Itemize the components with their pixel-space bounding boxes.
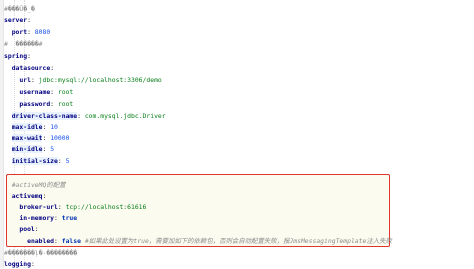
code-line[interactable]: #activeMQ的配置 (4, 180, 66, 190)
yaml-key: enabled (27, 237, 55, 245)
yaml-value: root (57, 88, 74, 96)
yaml-separator: : (54, 237, 62, 245)
yaml-key: driver-class-name (11, 112, 78, 120)
code-line[interactable]: username: root (4, 87, 73, 97)
code-line[interactable]: #���Ū�_� (4, 4, 35, 14)
code-line[interactable]: port: 8080 (4, 27, 50, 37)
yaml-separator: : (50, 100, 58, 108)
code-line[interactable]: broker-url: tcp://localhost:61616 (4, 202, 146, 212)
yaml-value: 8080 (34, 28, 51, 36)
yaml-key: max-wait (11, 134, 43, 142)
yaml-key: logging (4, 260, 31, 268)
yaml-key: url (19, 76, 31, 84)
code-line[interactable]: in-memory: true (4, 213, 77, 223)
code-line[interactable]: password: root (4, 99, 73, 109)
yaml-separator: : (50, 88, 58, 96)
yaml-value: 10000 (50, 134, 70, 142)
yaml-inline-comment: #如果此处设置为true，需要加如下的依赖包，否则会自动配置失败，报JmsMes… (80, 237, 392, 245)
code-line[interactable]: max-idle: 10 (4, 122, 58, 132)
yaml-key: max-idle (11, 123, 43, 131)
yaml-key: initial-size (11, 157, 58, 165)
yaml-key: in-memory (19, 214, 55, 222)
code-line[interactable]: #�������ļ�·�������� (4, 248, 77, 258)
code-line[interactable]: initial-size: 5 (4, 156, 69, 166)
garbled-comment: #���Ū�_� (4, 5, 35, 13)
yaml-separator: : (27, 28, 35, 36)
yaml-separator: : (50, 64, 55, 72)
code-line[interactable]: # ������# (4, 39, 42, 49)
yaml-value: 5 (65, 157, 70, 165)
garbled-comment: #�������ļ�·�������� (4, 249, 78, 257)
yaml-key: username (19, 88, 51, 96)
code-line[interactable]: enabled: false #如果此处设置为true，需要加如下的依赖包，否则… (4, 236, 392, 246)
yaml-value: com.mysql.jdbc.Driver (84, 112, 166, 120)
yaml-key: port (11, 28, 28, 36)
yaml-key: activemq (11, 192, 43, 200)
code-line[interactable]: min-idle: 5 (4, 144, 54, 154)
yaml-value: tcp://localhost:61616 (65, 203, 147, 211)
yaml-key: broker-url (19, 203, 58, 211)
code-line[interactable]: server: (4, 15, 31, 25)
yaml-key: password (19, 100, 51, 108)
yaml-value: true (61, 214, 78, 222)
yaml-value: 10 (50, 123, 58, 131)
code-line[interactable]: max-wait: 10000 (4, 133, 69, 143)
yaml-separator: : (77, 112, 85, 120)
code-line[interactable]: pool: (4, 224, 39, 234)
yaml-key: min-idle (11, 145, 43, 153)
yaml-separator: : (27, 16, 31, 24)
yaml-separator: : (27, 52, 31, 60)
yaml-key: pool (19, 225, 35, 233)
code-line[interactable]: spring: (4, 51, 31, 61)
code-line[interactable]: url: jdbc:mysql://localhost:3306/demo (4, 75, 162, 85)
yaml-comment: #activeMQ的配置 (11, 181, 66, 189)
garbled-comment: # ������# (4, 40, 43, 48)
yaml-separator: : (34, 225, 39, 233)
yaml-separator: : (30, 260, 35, 268)
code-line[interactable]: datasource: (4, 63, 54, 73)
yaml-key: datasource (11, 64, 51, 72)
yaml-value: jdbc:mysql://localhost:3306/demo (38, 76, 162, 84)
yaml-separator: : (54, 214, 62, 222)
yaml-separator: : (30, 76, 39, 84)
code-line[interactable]: driver-class-name: com.mysql.jdbc.Driver (4, 111, 166, 121)
yaml-key: server (4, 16, 28, 24)
yaml-value: root (57, 100, 74, 108)
yaml-separator: : (42, 192, 47, 200)
code-editor[interactable]: #���Ū�_� server: port: 8080 # ������# sprin… (0, 0, 474, 268)
yaml-key: spring (4, 52, 28, 60)
yaml-separator: : (57, 203, 66, 211)
yaml-separator: : (57, 157, 66, 165)
code-line[interactable]: activemq: (4, 191, 47, 201)
yaml-value: false (61, 237, 81, 245)
yaml-value: 5 (50, 145, 55, 153)
